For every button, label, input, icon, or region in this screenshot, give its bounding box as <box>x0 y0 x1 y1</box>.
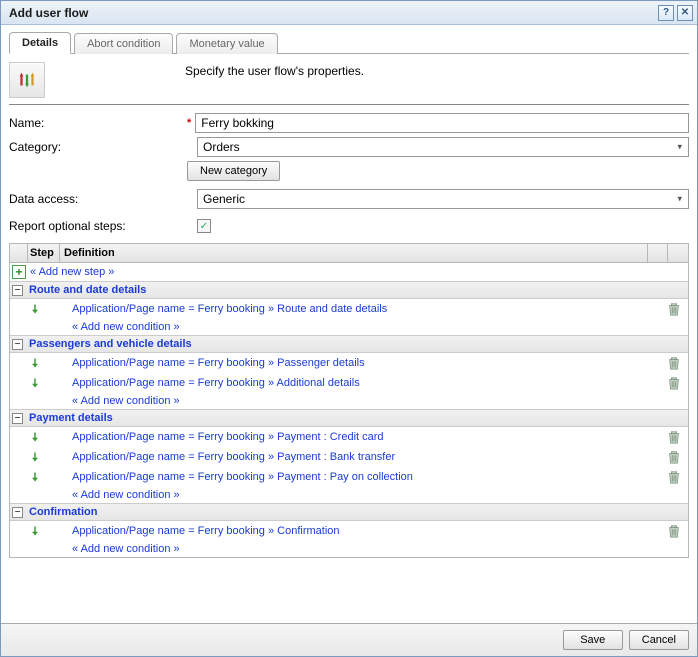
collapse-icon[interactable]: − <box>12 413 23 424</box>
data-access-value: Generic <box>203 192 245 206</box>
steps-body: +« Add new step »−Route and date details… <box>10 263 688 557</box>
arrow-down-icon <box>28 302 42 316</box>
tab-row: Details Abort condition Monetary value <box>9 31 689 53</box>
add-step-icon[interactable]: + <box>12 265 26 279</box>
intro-text: Specify the user flow's properties. <box>185 62 364 78</box>
cancel-button[interactable]: Cancel <box>629 630 689 650</box>
step-row: Application/Page name = Ferry booking » … <box>10 447 688 467</box>
row-new-category: New category <box>187 161 689 181</box>
step-row: Application/Page name = Ferry booking » … <box>10 299 688 319</box>
report-optional-checkbox[interactable]: ✓ <box>197 219 211 233</box>
trash-icon[interactable] <box>666 523 682 539</box>
add-new-step-link[interactable]: « Add new step » <box>30 266 114 278</box>
step-row: Application/Page name = Ferry booking » … <box>10 373 688 393</box>
trash-icon[interactable] <box>666 355 682 371</box>
col-step: Step <box>28 244 60 262</box>
tab-details[interactable]: Details <box>9 32 71 54</box>
collapse-icon[interactable]: − <box>12 339 23 350</box>
add-new-condition-link[interactable]: « Add new condition » <box>10 541 688 557</box>
step-definition-link[interactable]: Application/Page name = Ferry booking » … <box>72 431 666 443</box>
step-group-title[interactable]: Confirmation <box>29 506 97 518</box>
add-new-condition-link[interactable]: « Add new condition » <box>10 487 688 503</box>
titlebar: Add user flow ? ✕ <box>1 1 697 25</box>
intro-row: Specify the user flow's properties. <box>9 62 689 105</box>
trash-icon[interactable] <box>666 301 682 317</box>
trash-icon[interactable] <box>666 429 682 445</box>
tab-panel-details: Specify the user flow's properties. Name… <box>9 53 689 558</box>
dialog-add-user-flow: Add user flow ? ✕ Details Abort conditio… <box>0 0 698 657</box>
step-definition-link[interactable]: Application/Page name = Ferry booking » … <box>72 377 666 389</box>
step-definition-link[interactable]: Application/Page name = Ferry booking » … <box>72 303 666 315</box>
trash-icon[interactable] <box>666 375 682 391</box>
data-access-label: Data access: <box>9 192 187 206</box>
arrow-down-icon <box>28 524 42 538</box>
report-optional-label: Report optional steps: <box>9 219 187 233</box>
steps-table: Step Definition +« Add new step »−Route … <box>9 243 689 558</box>
step-group-header: −Confirmation <box>10 503 688 521</box>
arrow-down-icon <box>28 470 42 484</box>
step-row: Application/Page name = Ferry booking » … <box>10 353 688 373</box>
row-category: Category: Orders <box>9 137 689 157</box>
step-row: Application/Page name = Ferry booking » … <box>10 521 688 541</box>
dialog-content: Details Abort condition Monetary value S… <box>1 25 697 623</box>
row-data-access: Data access: Generic <box>9 189 689 209</box>
name-input[interactable] <box>195 113 689 133</box>
dialog-title: Add user flow <box>9 6 88 20</box>
row-name: Name: * <box>9 113 689 133</box>
step-definition-link[interactable]: Application/Page name = Ferry booking » … <box>72 471 666 483</box>
category-label: Category: <box>9 140 187 154</box>
step-group-header: −Route and date details <box>10 281 688 299</box>
arrow-down-icon <box>28 430 42 444</box>
trash-icon[interactable] <box>666 469 682 485</box>
step-definition-link[interactable]: Application/Page name = Ferry booking » … <box>72 357 666 369</box>
collapse-icon[interactable]: − <box>12 507 23 518</box>
new-category-button[interactable]: New category <box>187 161 280 181</box>
tab-abort-condition[interactable]: Abort condition <box>74 33 173 54</box>
add-new-condition-link[interactable]: « Add new condition » <box>10 393 688 409</box>
add-new-condition-link[interactable]: « Add new condition » <box>10 319 688 335</box>
step-group-title[interactable]: Passengers and vehicle details <box>29 338 192 350</box>
category-value: Orders <box>203 140 240 154</box>
arrow-down-icon <box>28 356 42 370</box>
add-new-step-row: + « Add new step » <box>10 263 688 281</box>
collapse-icon[interactable]: − <box>12 285 23 296</box>
close-button[interactable]: ✕ <box>677 5 693 21</box>
help-button[interactable]: ? <box>658 5 674 21</box>
step-group-title[interactable]: Route and date details <box>29 284 146 296</box>
arrow-down-icon <box>28 376 42 390</box>
row-report-optional: Report optional steps: ✓ <box>9 219 689 233</box>
tab-monetary-value[interactable]: Monetary value <box>176 33 277 54</box>
step-definition-link[interactable]: Application/Page name = Ferry booking » … <box>72 451 666 463</box>
step-row: Application/Page name = Ferry booking » … <box>10 467 688 487</box>
category-select[interactable]: Orders <box>197 137 689 157</box>
name-label: Name: <box>9 116 187 130</box>
user-flow-icon <box>9 62 45 98</box>
col-definition: Definition <box>60 244 648 262</box>
step-group-header: −Payment details <box>10 409 688 427</box>
save-button[interactable]: Save <box>563 630 623 650</box>
steps-header: Step Definition <box>10 244 688 263</box>
step-group-header: −Passengers and vehicle details <box>10 335 688 353</box>
dialog-footer: Save Cancel <box>1 623 697 656</box>
step-definition-link[interactable]: Application/Page name = Ferry booking » … <box>72 525 666 537</box>
step-group-title[interactable]: Payment details <box>29 412 113 424</box>
arrow-down-icon <box>28 450 42 464</box>
data-access-select[interactable]: Generic <box>197 189 689 209</box>
step-row: Application/Page name = Ferry booking » … <box>10 427 688 447</box>
trash-icon[interactable] <box>666 449 682 465</box>
required-marker: * <box>187 117 191 129</box>
